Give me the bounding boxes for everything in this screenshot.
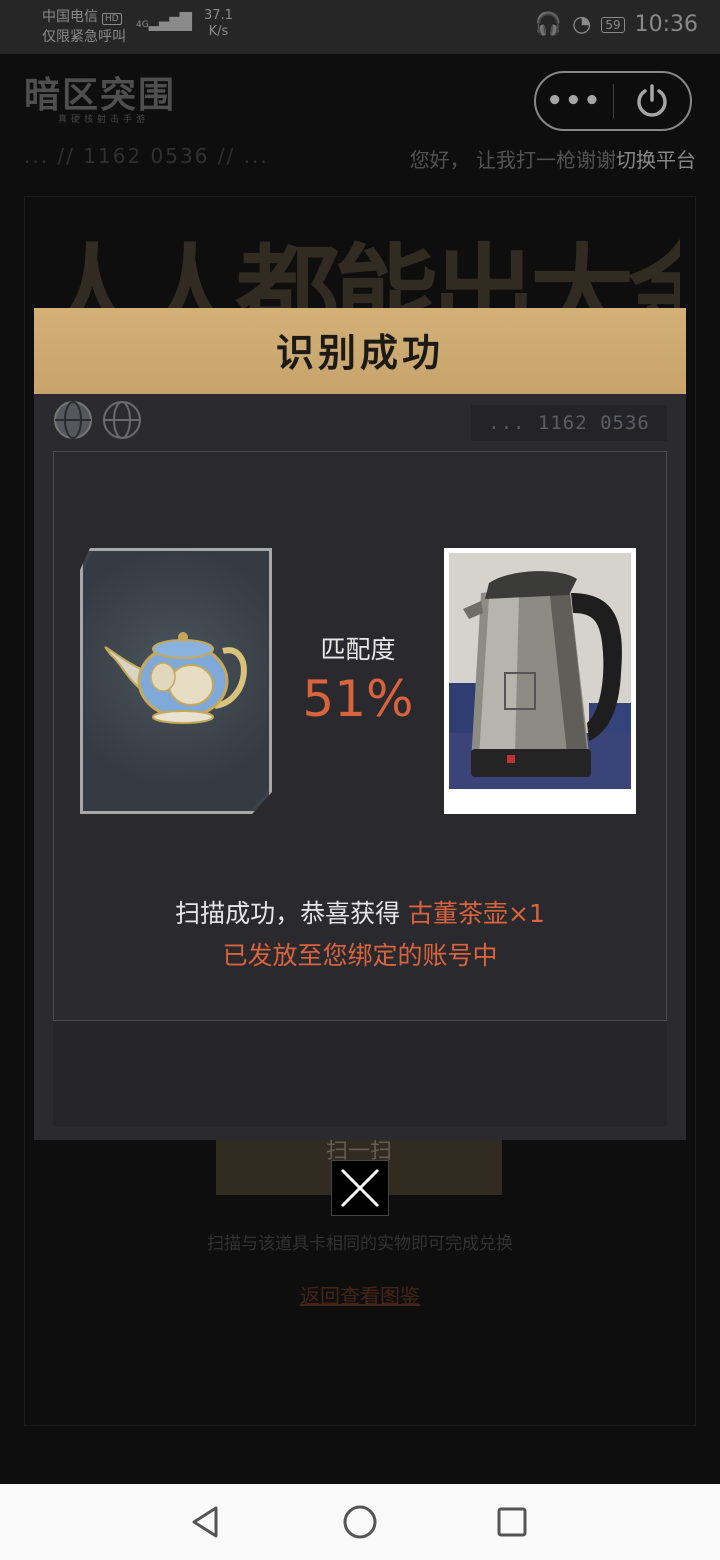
modal-title: 识别成功 [275,331,444,375]
back-nav-icon[interactable] [186,1502,226,1542]
signal-icon: 4G▂▄▆█ [136,12,192,31]
home-nav-icon[interactable] [340,1502,380,1542]
data-saver-icon: ◔ [572,12,592,37]
net-speed: 37.1 K/s [204,8,233,40]
speed-value: 37.1 [204,8,233,23]
result-modal: 识别成功 ... 1162 0536 ... [34,308,686,1140]
close-icon [340,1168,380,1208]
match-value: 51% [302,670,414,728]
system-nav-bar [0,1484,720,1560]
network-type: 4G [136,20,149,30]
carrier-name: 中国电信 [42,9,98,25]
match-label: 匹配度 [320,635,396,664]
result-panel-footer [53,1020,667,1127]
teapot-image [104,632,247,724]
globe-outline-icon [103,401,141,439]
result-prefix: 扫描成功，恭喜获得 [175,899,409,928]
scanned-photo-image [449,553,631,789]
hd-badge: HD [102,13,122,25]
recents-nav-icon[interactable] [492,1502,532,1542]
globe-icon [54,401,92,439]
battery-icon: 59 [601,16,625,33]
item-card [80,548,272,814]
prize-name: 古董茶壶×1 [408,899,545,928]
speed-unit: K/s [208,24,229,39]
item-card-inner [83,551,269,811]
result-text: 扫描成功，恭喜获得 古董茶壶×1 [34,894,686,930]
status-bar: 中国电信 HD 仅限紧急呼叫 4G▂▄▆█ 37.1 K/s 🎧 ◔ 59 10:… [0,0,720,54]
headphone-icon: 🎧 [534,12,563,37]
kettle-image [449,553,631,789]
clock: 10:36 [634,12,698,37]
carrier-info: 中国电信 HD 仅限紧急呼叫 [42,8,126,46]
status-right: 🎧 ◔ 59 10:36 [535,12,698,37]
close-modal-button[interactable] [331,1160,389,1216]
carrier-sub: 仅限紧急呼叫 [42,29,126,45]
scanned-photo [444,548,636,814]
result-delivery-text: 已发放至您绑定的账号中 [222,941,498,970]
modal-header: 识别成功 [34,308,686,394]
id-tag: ... 1162 0536 ... [471,405,667,470]
